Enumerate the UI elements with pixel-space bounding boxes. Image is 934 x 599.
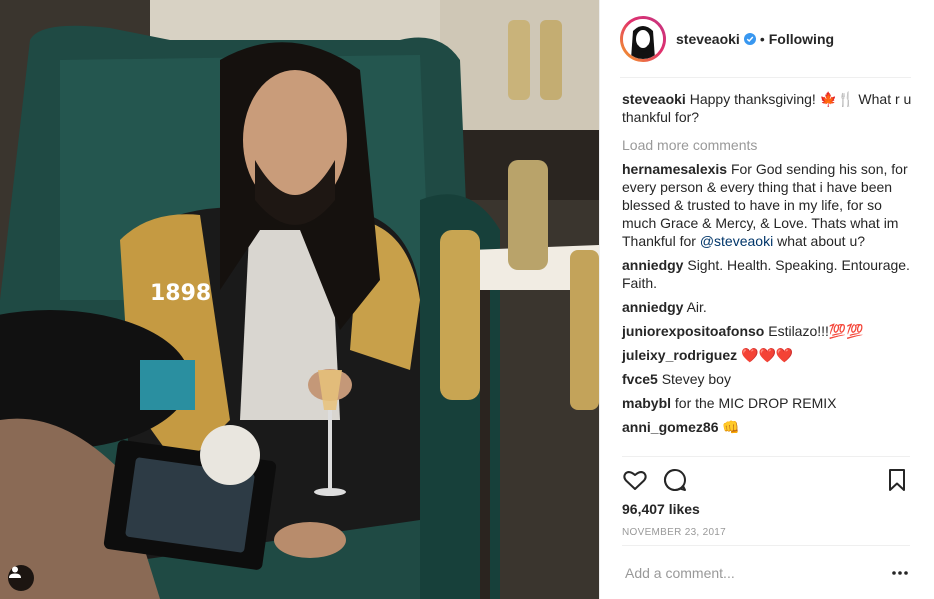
header-text: steveaoki • Following: [676, 31, 834, 47]
post-header: steveaoki • Following: [600, 0, 934, 78]
comment-username-link[interactable]: juleixy_rodriguez: [622, 347, 737, 363]
comment-text: Stevey boy: [661, 371, 731, 387]
comment-username-link[interactable]: anni_gomez86: [622, 419, 718, 435]
caption: steveaoki Happy thanksgiving! 🍁🍴 What r …: [622, 90, 912, 126]
comment-username-link[interactable]: fvce5: [622, 371, 658, 387]
post-actions-section: 96,407 likes NOVEMBER 23, 2017: [622, 456, 910, 538]
comment-item: mabybl for the MIC DROP REMIX: [622, 394, 912, 412]
mention-link[interactable]: @steveaoki: [700, 233, 773, 249]
comment-username-link[interactable]: mabybl: [622, 395, 671, 411]
like-heart-icon[interactable]: [622, 467, 648, 493]
post-photo[interactable]: 1898: [0, 0, 599, 599]
tagged-people-icon[interactable]: [8, 565, 34, 591]
comment-text: for the MIC DROP REMIX: [674, 395, 837, 411]
load-more-comments-link[interactable]: Load more comments: [622, 136, 912, 154]
comment-username-link[interactable]: anniedgy: [622, 299, 683, 315]
likes-count[interactable]: 96,407 likes: [622, 501, 700, 517]
comment-item: fvce5 Stevey boy: [622, 370, 912, 388]
instagram-post: 1898 steveaoki • Following steveaoki Hap…: [0, 0, 934, 599]
comment-username-link[interactable]: hernamesalexis: [622, 161, 727, 177]
add-comment-bar: Add a comment...: [622, 545, 910, 599]
comment-text: Estilazo!!!💯💯: [768, 323, 864, 339]
comment-text: Air.: [686, 299, 707, 315]
comment-item: anniedgy Sight. Health. Speaking. Entour…: [622, 256, 912, 292]
comment-username-link[interactable]: anniedgy: [622, 257, 683, 273]
comment-item: juniorexpositoafonso Estilazo!!!💯💯: [622, 322, 912, 340]
comment-item: anniedgy Air.: [622, 298, 912, 316]
comment-username-link[interactable]: juniorexpositoafonso: [622, 323, 764, 339]
separator-dot: •: [759, 31, 765, 47]
caption-username-link[interactable]: steveaoki: [622, 91, 686, 107]
avatar-image: [623, 19, 663, 59]
comment-bubble-icon[interactable]: [662, 467, 688, 493]
comment-text-end: what about u?: [773, 233, 866, 249]
svg-text:1898: 1898: [150, 281, 211, 306]
comment-item: hernamesalexis For God sending his son, …: [622, 160, 912, 250]
photo-illustration: 1898: [0, 0, 599, 599]
post-side-panel: steveaoki • Following steveaoki Happy th…: [599, 0, 934, 599]
action-icons: [622, 467, 910, 493]
verified-badge-icon: [743, 33, 756, 45]
following-button[interactable]: Following: [769, 31, 834, 47]
avatar[interactable]: [620, 16, 666, 62]
add-comment-input[interactable]: Add a comment...: [625, 565, 890, 581]
header-username-link[interactable]: steveaoki: [676, 31, 740, 47]
post-date[interactable]: NOVEMBER 23, 2017: [622, 527, 726, 538]
save-bookmark-icon[interactable]: [884, 467, 910, 493]
comment-item: juleixy_rodriguez ❤️❤️❤️: [622, 346, 912, 364]
comment-text: ❤️❤️❤️: [741, 347, 794, 363]
comment-text: 👊: [722, 419, 740, 435]
more-options-icon[interactable]: [890, 563, 910, 583]
comments-list: steveaoki Happy thanksgiving! 🍁🍴 What r …: [622, 90, 912, 442]
comment-item: anni_gomez86 👊: [622, 418, 912, 436]
